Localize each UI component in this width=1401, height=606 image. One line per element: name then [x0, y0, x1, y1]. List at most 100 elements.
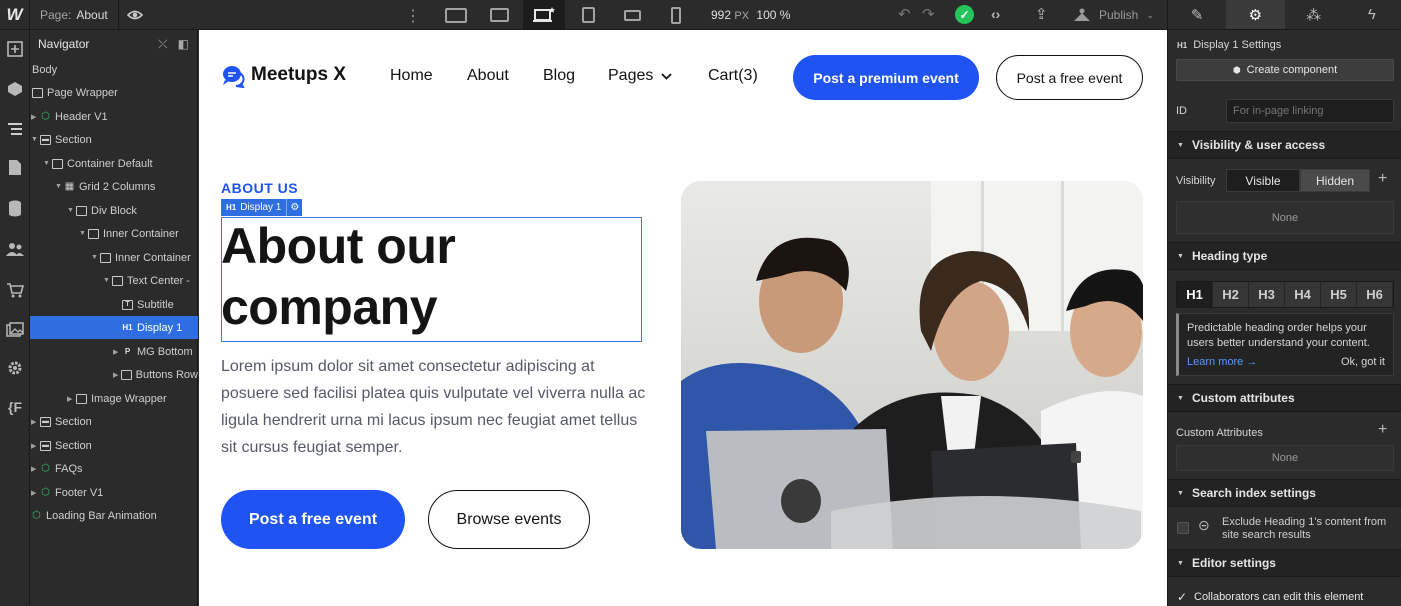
cms-icon[interactable] [0, 193, 30, 223]
nav-link-about[interactable]: About [467, 67, 509, 85]
tree-item-div-block[interactable]: ▼ Div Block [30, 199, 198, 222]
breakpoint-mobile-icon[interactable] [655, 0, 697, 30]
more-options-icon[interactable]: ⋮ [405, 6, 421, 26]
caret-down-icon[interactable]: ▼ [103, 277, 112, 284]
tree-item-section-2[interactable]: ▶ ▬ Section [30, 410, 198, 433]
visible-toggle[interactable]: Visible [1226, 169, 1300, 192]
post-free-event-button[interactable]: Post a free event [221, 490, 405, 549]
caret-down-icon[interactable]: ▼ [55, 183, 64, 190]
finsweet-apps-icon[interactable]: {F [0, 392, 30, 422]
tree-item-display-1[interactable]: H1 Display 1 [30, 316, 198, 339]
nav-link-cart[interactable]: Cart(3) [708, 67, 758, 85]
breakpoint-desktop-icon[interactable] [478, 0, 520, 30]
hidden-toggle[interactable]: Hidden [1300, 169, 1370, 192]
caret-right-icon[interactable]: ▶ [31, 442, 40, 450]
navigator-icon[interactable] [0, 114, 30, 144]
learn-more-link[interactable]: Learn more → [1187, 355, 1257, 370]
caret-right-icon[interactable]: ▶ [67, 395, 76, 403]
heading-type-section-header[interactable]: ▼ Heading type [1168, 242, 1401, 270]
browse-events-button[interactable]: Browse events [428, 490, 590, 549]
caret-down-icon[interactable]: ▼ [67, 207, 76, 214]
style-brush-icon[interactable]: ✎ [1168, 0, 1226, 29]
caret-right-icon[interactable]: ▶ [31, 465, 40, 473]
post-premium-event-button[interactable]: Post a premium event [793, 55, 979, 100]
tree-item-loading-bar[interactable]: ⬡ Loading Bar Animation [30, 504, 198, 527]
tree-item-subtitle[interactable]: T Subtitle [30, 293, 198, 316]
page-selector[interactable]: Page: About [30, 0, 119, 30]
saved-status-check-icon[interactable]: ✓ [955, 5, 974, 24]
tree-item-section[interactable]: ▼ ▬ Section [30, 128, 198, 151]
add-elements-icon[interactable] [0, 34, 30, 64]
preview-eye-icon[interactable] [119, 0, 151, 30]
heading-h6-option[interactable]: H6 [1357, 282, 1393, 307]
caret-right-icon[interactable]: ▶ [31, 113, 40, 121]
users-icon[interactable] [0, 234, 30, 264]
team-photo-image[interactable] [681, 181, 1143, 549]
settings-gear-tab-icon[interactable]: ⚙ [1226, 0, 1285, 29]
tree-item-buttons-row[interactable]: ▶ Buttons Row [30, 363, 198, 386]
element-settings-gear-icon[interactable]: ⚙ [286, 199, 302, 216]
site-logo[interactable]: Meetups X [221, 64, 346, 89]
breakpoint-large-desktop-icon[interactable] [435, 0, 477, 30]
tree-item-inner-container-2[interactable]: ▼ Inner Container [30, 246, 198, 269]
heading-h2-option[interactable]: H2 [1213, 282, 1249, 307]
nav-link-blog[interactable]: Blog [543, 67, 575, 85]
caret-down-icon[interactable]: ▼ [91, 254, 100, 261]
interactions-bolt-icon[interactable]: ϟ [1343, 0, 1401, 29]
code-export-icon[interactable]: ‹› [991, 6, 1000, 22]
tree-item-image-wrapper[interactable]: ▶ Image Wrapper [30, 387, 198, 410]
tree-item-header-v1[interactable]: ▶ ⬡ Header V1 [30, 105, 198, 128]
nav-link-home[interactable]: Home [390, 67, 433, 85]
search-index-section-header[interactable]: ▼ Search index settings [1168, 479, 1401, 507]
ok-got-it-button[interactable]: Ok, got it [1341, 355, 1385, 370]
breakpoint-tablet-icon[interactable] [567, 0, 609, 30]
design-canvas[interactable]: Meetups X Home About Blog Pages Cart(3) … [199, 30, 1167, 606]
redo-icon[interactable]: ↷ [922, 5, 935, 23]
pages-icon[interactable] [0, 152, 30, 182]
tree-item-grid-2-columns[interactable]: ▼ ▦ Grid 2 Columns [30, 175, 198, 198]
tree-item-faqs[interactable]: ▶ ⬡ FAQs [30, 457, 198, 480]
caret-right-icon[interactable]: ▶ [113, 371, 121, 379]
hero-paragraph[interactable]: Lorem ipsum dolor sit amet consectetur a… [221, 353, 646, 461]
hero-heading[interactable]: About our company [221, 216, 641, 338]
tree-item-container-default[interactable]: ▼ Container Default [30, 152, 198, 175]
tree-item-page-wrapper[interactable]: Page Wrapper [30, 81, 198, 104]
components-icon[interactable] [0, 74, 30, 104]
heading-h3-option[interactable]: H3 [1249, 282, 1285, 307]
caret-right-icon[interactable]: ▶ [31, 418, 40, 426]
caret-right-icon[interactable]: ▶ [31, 489, 40, 497]
ecommerce-cart-icon[interactable] [0, 275, 30, 305]
caret-right-icon[interactable]: ▶ [113, 348, 122, 356]
publish-button[interactable]: Publish ⌄ [1073, 0, 1154, 30]
breakpoint-mobile-landscape-icon[interactable] [611, 0, 653, 30]
caret-down-icon[interactable]: ▼ [43, 160, 52, 167]
visibility-section-header[interactable]: ▼ Visibility & user access [1168, 131, 1401, 159]
tree-item-inner-container[interactable]: ▼ Inner Container [30, 222, 198, 245]
tree-item-body[interactable]: Body [30, 58, 198, 81]
exclude-search-checkbox[interactable] [1177, 522, 1189, 534]
share-icon[interactable]: ⇪ [1035, 5, 1048, 23]
collapse-all-icon[interactable]: ⤫ [158, 37, 168, 52]
collaborators-check-icon[interactable]: ✓ [1177, 590, 1187, 604]
dock-panel-icon[interactable]: ◧ [178, 37, 189, 52]
tree-item-section-3[interactable]: ▶ ▬ Section [30, 434, 198, 457]
post-free-event-header-button[interactable]: Post a free event [996, 55, 1143, 100]
editor-settings-section-header[interactable]: ▼ Editor settings [1168, 549, 1401, 577]
nav-dropdown-pages[interactable]: Pages [608, 67, 673, 85]
settings-gear-icon[interactable] [0, 353, 30, 383]
selected-element-tag[interactable]: H1 Display 1 ⚙ [221, 199, 303, 216]
style-manager-drops-icon[interactable]: ⁂ [1285, 0, 1343, 29]
webflow-logo[interactable]: W [0, 0, 30, 30]
heading-h1-option[interactable]: H1 [1177, 282, 1213, 307]
tree-item-mg-bottom[interactable]: ▶ P MG Bottom [30, 340, 198, 363]
undo-icon[interactable]: ↶ [898, 5, 911, 23]
create-component-button[interactable]: ⬢ Create component [1176, 59, 1394, 81]
add-attribute-plus-icon[interactable]: + [1378, 421, 1387, 439]
heading-h5-option[interactable]: H5 [1321, 282, 1357, 307]
id-input[interactable] [1226, 99, 1394, 123]
caret-down-icon[interactable]: ▼ [79, 230, 88, 237]
caret-down-icon[interactable]: ▼ [31, 136, 40, 143]
tree-item-footer-v1[interactable]: ▶ ⬡ Footer V1 [30, 481, 198, 504]
breakpoint-base-icon[interactable] [523, 0, 565, 30]
add-condition-plus-icon[interactable]: + [1378, 170, 1387, 188]
